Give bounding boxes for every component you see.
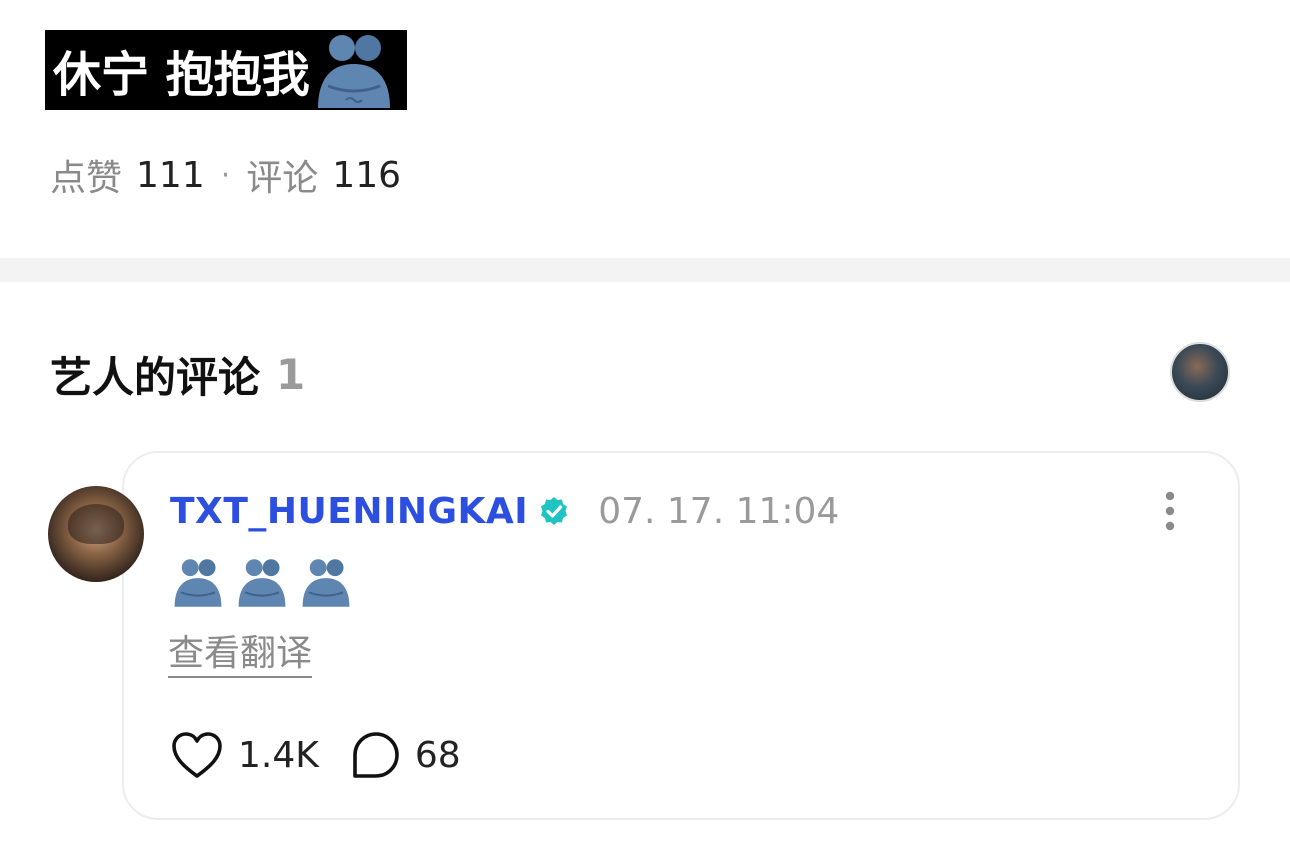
like-button[interactable]: 1.4K (170, 730, 319, 780)
artist-comments-heading: 艺人的评论 1 (50, 348, 306, 402)
like-count[interactable]: 111 (136, 155, 205, 196)
artist-comments-title: 艺人的评论 (50, 352, 261, 402)
like-count-label: 1.4K (238, 734, 319, 776)
comment-header: TXT_HUENINGKAI 07. 17. 11:04 (170, 488, 839, 534)
artist-comments-count: 1 (276, 349, 306, 399)
section-divider (0, 258, 1290, 282)
comment-label: 评论 (246, 158, 319, 199)
post-stats: 点赞 111 · 评论 116 (50, 152, 401, 200)
reply-button[interactable]: 68 (351, 730, 461, 780)
comment-body (170, 556, 354, 608)
stats-separator: · (220, 157, 231, 193)
comment-author-avatar[interactable] (48, 486, 144, 582)
hugging-people-icon (238, 559, 286, 607)
comment-timestamp: 07. 17. 11:04 (598, 490, 840, 532)
post-title: 休宁 抱抱我 (45, 30, 407, 110)
hugging-people-icon (174, 559, 222, 607)
comment-actions: 1.4K 68 (170, 728, 493, 782)
comment-count[interactable]: 116 (332, 155, 401, 196)
comment-author-name[interactable]: TXT_HUENINGKAI (170, 491, 528, 532)
more-options-icon[interactable] (1160, 491, 1180, 531)
artist-avatar-small[interactable] (1170, 342, 1230, 402)
hugging-people-icon (317, 35, 390, 108)
verified-badge-icon (541, 497, 568, 525)
hugging-people-icon (302, 559, 350, 607)
comment-bubble-icon (353, 732, 399, 778)
reply-count-label: 68 (414, 734, 461, 776)
post-title-text: 休宁 抱抱我 (53, 47, 310, 103)
like-label: 点赞 (50, 158, 123, 199)
heart-icon (172, 732, 222, 778)
view-translation-link[interactable]: 查看翻译 (168, 632, 313, 678)
